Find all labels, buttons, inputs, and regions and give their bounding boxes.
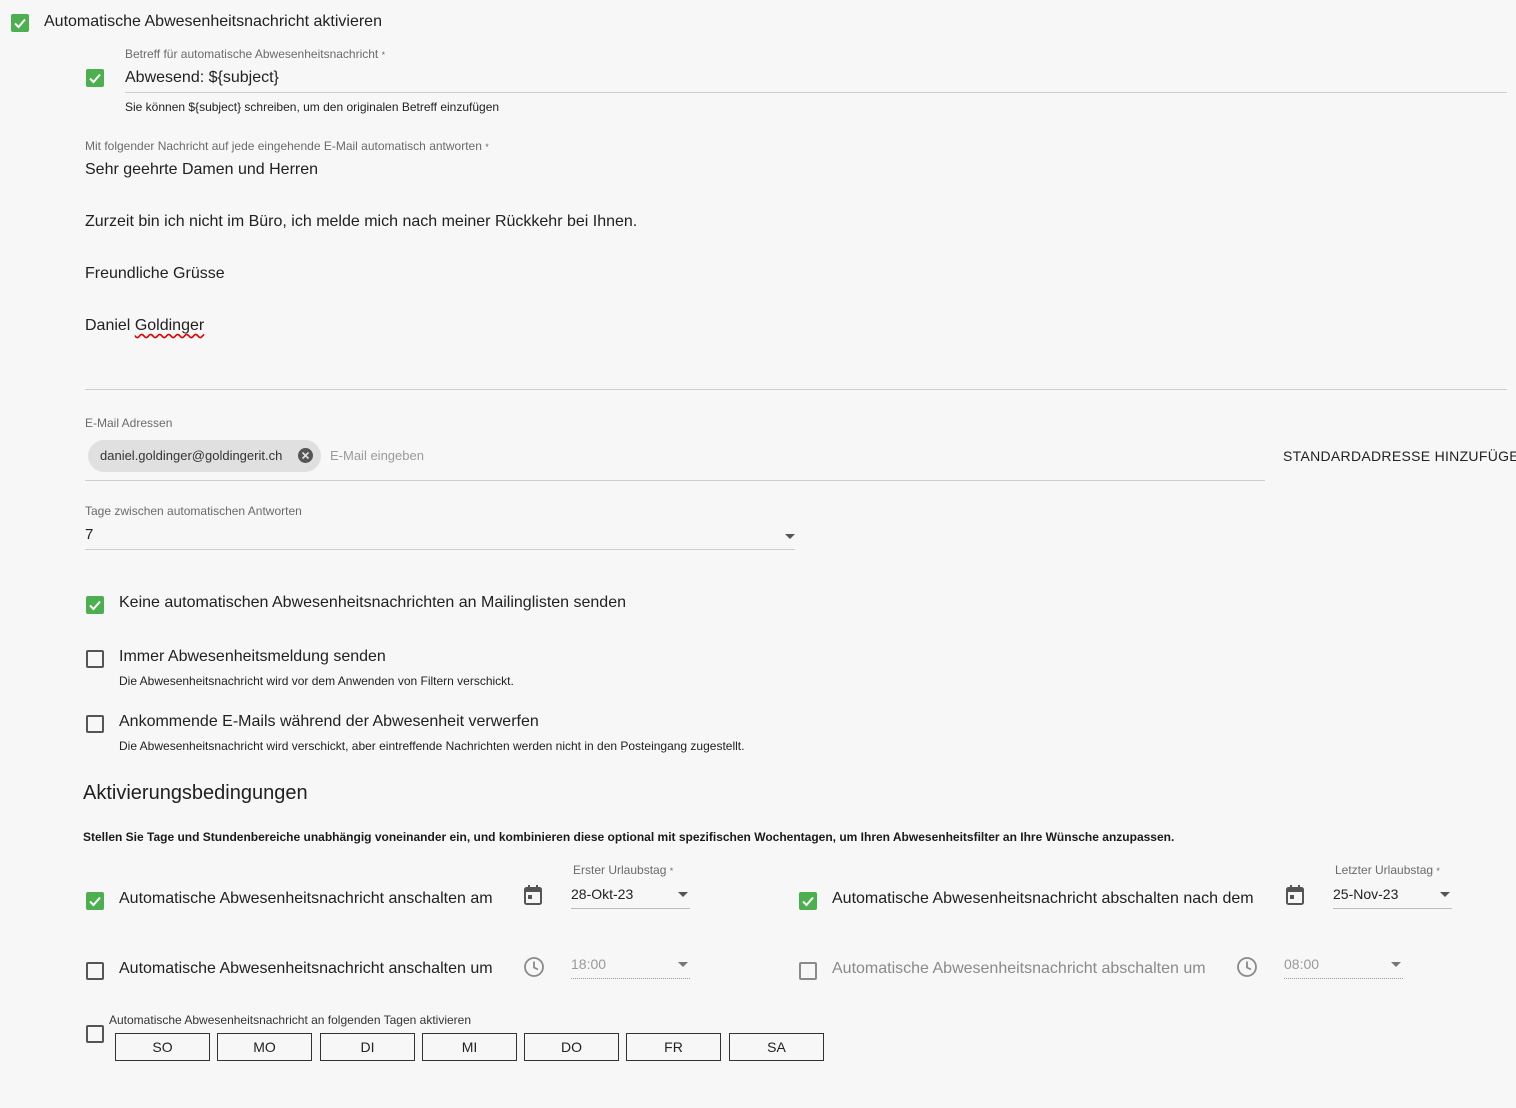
weekday-button-so[interactable]: SO (115, 1033, 210, 1061)
subject-input[interactable]: Abwesend: ${subject} (125, 69, 279, 87)
message-line: Sehr geehrte Damen und Herren (85, 161, 319, 178)
days-between-label: Tage zwischen automatischen Antworten (85, 504, 302, 518)
check-icon (89, 73, 101, 84)
check-icon (14, 18, 26, 29)
address-chip-label: daniel.goldinger@goldingerit.ch (100, 448, 283, 463)
message-underline (85, 389, 1507, 390)
always-send-hint: Die Abwesenheitsnachricht wird vor dem A… (119, 674, 514, 688)
message-line: Daniel Goldinger (85, 317, 205, 334)
end-date-label: Automatische Abwesenheitsnachricht absch… (832, 890, 1254, 907)
conditions-description: Stellen Sie Tage und Stundenbereiche una… (83, 830, 1175, 844)
chevron-down-icon (678, 892, 688, 897)
clock-icon (1236, 956, 1258, 983)
start-time-label: Automatische Abwesenheitsnachricht ansch… (119, 960, 493, 977)
end-date-checkbox[interactable] (799, 892, 817, 910)
start-date-label: Automatische Abwesenheitsnachricht ansch… (119, 890, 493, 907)
end-time-checkbox (799, 962, 817, 980)
conditions-heading: Aktivierungsbedingungen (83, 782, 308, 804)
addresses-label: E-Mail Adressen (85, 416, 173, 430)
start-time-checkbox[interactable] (86, 962, 104, 980)
subject-hint: Sie können ${subject} schreiben, um den … (125, 100, 500, 114)
add-default-address-button[interactable]: STANDARDADRESSE HINZUFÜGEN (1283, 448, 1516, 464)
subject-enable-checkbox[interactable] (86, 69, 104, 87)
chevron-down-icon (785, 534, 795, 539)
end-date-select[interactable]: 25-Nov-23 (1333, 886, 1452, 908)
end-time-value: 08:00 (1284, 956, 1320, 972)
chevron-down-icon (1440, 892, 1450, 897)
message-line: Freundliche Grüsse (85, 265, 225, 282)
address-chip[interactable]: daniel.goldinger@goldingerit.ch (88, 440, 321, 472)
start-date-value: 28-Okt-23 (571, 886, 634, 902)
subject-underline (125, 92, 1507, 93)
calendar-icon[interactable] (1286, 885, 1304, 910)
start-date-field-label: Erster Urlaubstag * (573, 863, 674, 877)
start-time-underline (571, 978, 690, 979)
enable-vacation-label: Automatische Abwesenheitsnachricht aktiv… (44, 13, 382, 30)
check-icon (89, 896, 101, 907)
message-line: Zurzeit bin ich nicht im Büro, ich melde… (85, 213, 638, 230)
weekdays-checkbox[interactable] (86, 1025, 104, 1043)
chevron-down-icon (678, 962, 688, 967)
start-time-select: 18:00 (571, 956, 690, 978)
start-date-underline (571, 908, 690, 909)
address-input[interactable]: E-Mail eingeben (330, 448, 424, 463)
end-time-label: Automatische Abwesenheitsnachricht absch… (832, 960, 1206, 977)
start-date-select[interactable]: 28-Okt-23 (571, 886, 690, 908)
weekday-button-do[interactable]: DO (524, 1033, 619, 1061)
always-send-label: Immer Abwesenheitsmeldung senden (119, 648, 386, 665)
enable-vacation-checkbox[interactable] (11, 14, 29, 32)
no-mailinglists-checkbox[interactable] (86, 596, 104, 614)
chevron-down-icon (1391, 962, 1401, 967)
end-time-underline (1284, 978, 1403, 979)
end-date-field-label: Letzter Urlaubstag * (1335, 863, 1440, 877)
clock-icon (523, 956, 545, 983)
message-field-label: Mit folgender Nachricht auf jede eingehe… (85, 139, 489, 153)
days-between-select[interactable]: 7 (85, 526, 795, 550)
addresses-underline (85, 480, 1265, 481)
weekday-button-mi[interactable]: MI (422, 1033, 517, 1061)
weekday-button-sa[interactable]: SA (729, 1033, 824, 1061)
discard-mails-hint: Die Abwesenheitsnachricht wird verschick… (119, 739, 745, 753)
weekdays-label: Automatische Abwesenheitsnachricht an fo… (109, 1013, 472, 1027)
check-icon (89, 600, 101, 611)
spellcheck-word: Goldinger (134, 317, 205, 334)
subject-field-label: Betreff für automatische Abwesenheitsnac… (125, 47, 386, 61)
no-mailinglists-label: Keine automatischen Abwesenheitsnachrich… (119, 594, 626, 611)
weekday-button-di[interactable]: DI (320, 1033, 415, 1061)
end-date-underline (1333, 908, 1452, 909)
start-time-value: 18:00 (571, 956, 607, 972)
days-between-value: 7 (85, 526, 94, 543)
weekday-button-fr[interactable]: FR (626, 1033, 721, 1061)
discard-mails-checkbox[interactable] (86, 715, 104, 733)
always-send-checkbox[interactable] (86, 650, 104, 668)
discard-mails-label: Ankommende E-Mails während der Abwesenhe… (119, 713, 539, 730)
check-icon (802, 896, 814, 907)
start-date-checkbox[interactable] (86, 892, 104, 910)
remove-chip-icon[interactable] (298, 448, 313, 463)
calendar-icon[interactable] (524, 885, 542, 910)
days-between-underline (85, 549, 795, 550)
weekday-button-mo[interactable]: MO (217, 1033, 312, 1061)
end-time-select: 08:00 (1284, 956, 1403, 978)
message-textarea[interactable]: Sehr geehrte Damen und Herren Zurzeit bi… (85, 160, 1507, 388)
end-date-value: 25-Nov-23 (1333, 886, 1399, 902)
